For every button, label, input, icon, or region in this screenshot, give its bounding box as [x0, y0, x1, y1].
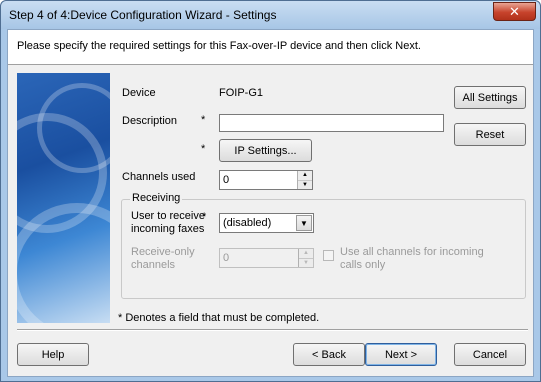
back-button[interactable]: < Back	[293, 343, 365, 366]
close-icon: ✕	[509, 3, 520, 19]
next-button-label: Next >	[384, 348, 418, 361]
all-settings-button[interactable]: All Settings	[454, 86, 526, 109]
wizard-header: Please specify the required settings for…	[8, 30, 533, 65]
use-all-channels-label-line2: calls only	[340, 259, 386, 271]
next-button[interactable]: Next >	[365, 343, 437, 366]
close-button[interactable]: ✕	[493, 2, 536, 21]
footer-separator	[17, 329, 528, 331]
channels-used-label: Channels used	[122, 171, 196, 183]
user-required-marker: *	[202, 211, 207, 223]
use-all-channels-label-line1: Use all channels for incoming	[340, 246, 484, 258]
receive-only-label-line2: channels	[131, 259, 176, 271]
reset-button[interactable]: Reset	[454, 123, 526, 146]
title-bar[interactable]: Step 4 of 4:Device Configuration Wizard …	[1, 1, 540, 29]
ip-settings-button[interactable]: IP Settings...	[219, 139, 312, 162]
user-to-receive-label-line2: incoming faxes	[131, 223, 205, 235]
chevron-down-icon[interactable]: ▼	[296, 215, 312, 231]
instructions-text: Please specify the required settings for…	[17, 40, 421, 52]
receive-only-spinner[interactable]: 0 ▲ ▼	[219, 248, 314, 268]
cancel-button[interactable]: Cancel	[454, 343, 526, 366]
receive-only-spin-arrows[interactable]: ▲ ▼	[298, 249, 313, 267]
back-button-label: < Back	[312, 348, 346, 361]
description-label: Description	[122, 115, 178, 127]
description-required-marker: *	[201, 114, 206, 126]
help-button-label: Help	[41, 348, 65, 361]
receive-only-label-line1: Receive-only	[131, 246, 195, 258]
spin-up-icon[interactable]: ▲	[299, 249, 313, 258]
device-value: FOIP-G1	[219, 87, 264, 99]
use-all-channels-checkbox[interactable]	[323, 250, 334, 261]
user-to-receive-select[interactable]: (disabled) ▼	[219, 213, 314, 233]
dialog-client-area: Please specify the required settings for…	[7, 29, 534, 377]
reset-button-label: Reset	[475, 128, 505, 141]
user-to-receive-value: (disabled)	[223, 217, 272, 229]
spin-up-icon[interactable]: ▲	[298, 171, 312, 180]
ip-settings-required-marker: *	[201, 143, 206, 155]
required-footnote: * Denotes a field that must be completed…	[118, 312, 320, 324]
cancel-button-label: Cancel	[472, 348, 508, 361]
all-settings-button-label: All Settings	[462, 91, 518, 104]
help-button[interactable]: Help	[17, 343, 89, 366]
spin-down-icon[interactable]: ▼	[298, 180, 312, 189]
device-label: Device	[122, 87, 156, 99]
wizard-side-image	[17, 73, 110, 323]
channels-used-spin-arrows[interactable]: ▲ ▼	[297, 171, 312, 189]
channels-used-value: 0	[223, 174, 230, 186]
receiving-group-title: Receiving	[130, 192, 183, 204]
user-to-receive-label-line1: User to receive	[131, 210, 205, 222]
spin-down-icon[interactable]: ▼	[299, 258, 313, 267]
description-input[interactable]	[219, 114, 444, 132]
channels-used-spinner[interactable]: 0 ▲ ▼	[219, 170, 313, 190]
ip-settings-button-label: IP Settings...	[234, 144, 297, 157]
receiving-group: Receiving User to receive incoming faxes…	[121, 192, 526, 299]
window-title: Step 4 of 4:Device Configuration Wizard …	[9, 8, 277, 22]
receive-only-value: 0	[223, 252, 230, 264]
wizard-window: Step 4 of 4:Device Configuration Wizard …	[0, 0, 541, 382]
